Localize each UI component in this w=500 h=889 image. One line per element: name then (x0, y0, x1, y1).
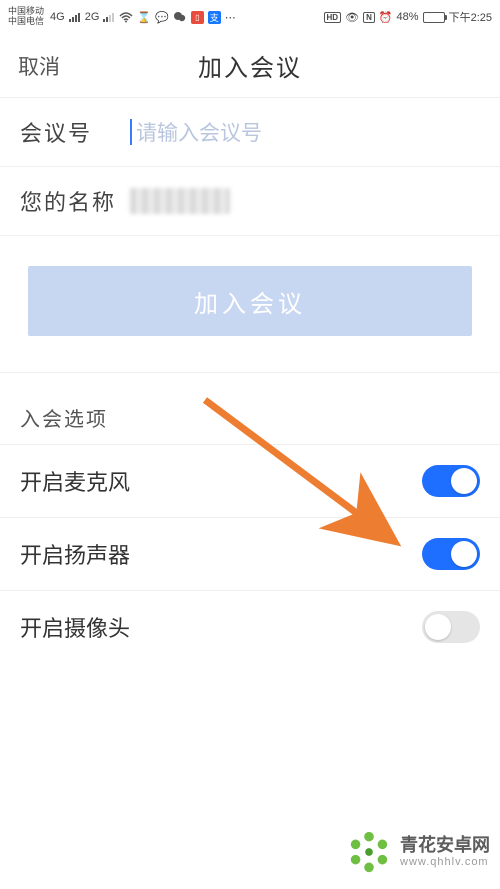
battery-icon (423, 12, 445, 23)
clock-time: 下午2:25 (449, 9, 492, 25)
hd-icon: HD (324, 12, 342, 23)
option-label: 开启摄像头 (20, 611, 130, 643)
options-header: 入会选项 (0, 373, 500, 444)
eye-icon: 👁 (345, 11, 359, 24)
speaker-toggle[interactable] (422, 538, 480, 570)
option-speaker: 开启扬声器 (0, 517, 500, 590)
chat-icon: 💬 (155, 11, 169, 24)
meeting-id-input[interactable]: 请输入会议号 (130, 117, 262, 147)
network-4g: 4G (50, 11, 65, 23)
option-microphone: 开启麦克风 (0, 444, 500, 517)
meeting-id-row[interactable]: 会议号 请输入会议号 (0, 98, 500, 167)
watermark-url: www.qhhlv.com (400, 856, 490, 868)
wifi-icon (119, 12, 133, 23)
nav-bar: 取消 加入会议 (0, 34, 500, 98)
more-icon: ⋯ (225, 11, 236, 24)
alarm-icon: ⏰ (379, 11, 393, 24)
microphone-toggle[interactable] (422, 465, 480, 497)
status-bar: 中国移动 中国电信 4G 2G ⌛ 💬 ▯ 支 ⋯ HD 👁 N ⏰ 48% 下… (0, 0, 500, 34)
display-name-row[interactable]: 您的名称 (0, 167, 500, 236)
app-red-icon: ▯ (191, 11, 204, 24)
battery-percent: 48% (397, 11, 419, 23)
join-button-wrap: 加入会议 (0, 236, 500, 373)
signal-bars-icon (69, 12, 81, 22)
text-cursor (130, 119, 132, 145)
watermark-logo-icon (346, 829, 392, 875)
meeting-id-placeholder: 请输入会议号 (136, 117, 262, 147)
alipay-icon: 支 (208, 11, 221, 24)
cancel-button[interactable]: 取消 (18, 51, 60, 81)
option-label: 开启麦克风 (20, 465, 130, 497)
camera-toggle[interactable] (422, 611, 480, 643)
watermark-title: 青花安卓网 (400, 836, 490, 856)
option-camera: 开启摄像头 (0, 590, 500, 663)
signal-bars-2-icon (103, 12, 115, 22)
nfc-icon: N (363, 12, 375, 23)
page-title: 加入会议 (198, 48, 302, 83)
join-meeting-button[interactable]: 加入会议 (28, 266, 472, 336)
hourglass-icon: ⌛ (137, 11, 151, 24)
carrier-labels: 中国移动 中国电信 (8, 7, 44, 27)
display-name-label: 您的名称 (20, 185, 130, 217)
network-2g: 2G (85, 11, 100, 23)
wechat-icon (173, 11, 187, 23)
meeting-id-label: 会议号 (20, 116, 130, 148)
display-name-value-censored[interactable] (130, 188, 230, 214)
carrier-2: 中国电信 (8, 17, 44, 27)
watermark: 青花安卓网 www.qhhlv.com (346, 829, 490, 875)
option-label: 开启扬声器 (20, 538, 130, 570)
